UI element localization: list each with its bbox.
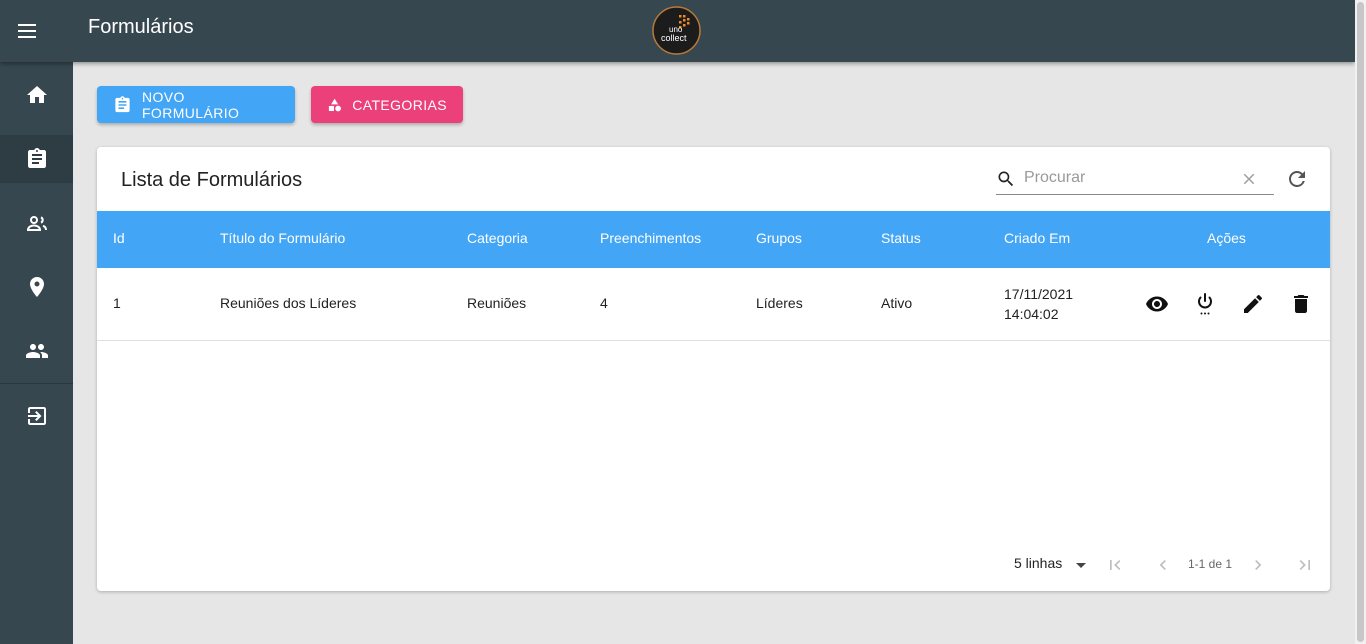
- shapes-icon: [328, 98, 341, 111]
- cell-fills: 4: [600, 295, 608, 311]
- column-header-category[interactable]: Categoria: [467, 230, 528, 246]
- search-input[interactable]: [1024, 167, 1234, 189]
- users-icon: [26, 215, 47, 231]
- scrollbar-thumb[interactable]: [1357, 2, 1364, 642]
- new-form-label: NOVO FORMULÁRIO: [141, 88, 240, 121]
- cell-groups: Líderes: [756, 295, 803, 311]
- sidebar-item-forms[interactable]: [0, 135, 73, 183]
- last-page-icon[interactable]: [1295, 555, 1315, 575]
- logout-icon: [27, 407, 46, 425]
- delete-icon[interactable]: [1289, 292, 1313, 316]
- refresh-icon[interactable]: [1285, 167, 1309, 191]
- cell-created: 17/11/2021 14:04:02: [1004, 284, 1073, 324]
- categories-label: CATEGORIAS: [352, 96, 447, 113]
- search-field: [996, 163, 1274, 195]
- sidebar-item-logout[interactable]: [0, 392, 73, 440]
- clear-icon[interactable]: [1240, 170, 1258, 188]
- card-title: Lista de Formulários: [121, 169, 303, 191]
- page-title: Formulários: [88, 16, 194, 38]
- cell-category: Reuniões: [467, 295, 527, 311]
- previous-page-icon[interactable]: [1153, 555, 1173, 575]
- cell-status: Ativo: [881, 295, 913, 311]
- page-info: 1-1 de 1: [1188, 557, 1233, 571]
- sidebar-item-groups[interactable]: [0, 327, 73, 375]
- chevron-down-icon[interactable]: [1075, 562, 1087, 570]
- column-header-title[interactable]: Título do Formulário: [220, 230, 345, 246]
- group-icon: [25, 344, 48, 358]
- sidebar: [0, 62, 73, 644]
- edit-icon[interactable]: [1241, 292, 1265, 316]
- categories-button[interactable]: CATEGORIAS: [311, 86, 463, 123]
- table-pagination: 5 linhas 1-1 de 1: [97, 541, 1330, 581]
- cell-created-date: 17/11/2021: [1004, 286, 1074, 302]
- search-icon: [998, 171, 1014, 187]
- cell-id: 1: [113, 295, 121, 311]
- cell-created-time: 14:04:02: [1004, 306, 1059, 322]
- column-header-created[interactable]: Criado Em: [1004, 230, 1070, 246]
- first-page-icon[interactable]: [1105, 555, 1125, 575]
- column-header-groups[interactable]: Grupos: [756, 230, 802, 246]
- power-icon[interactable]: [1193, 292, 1217, 316]
- app-bar: Formulários uno collect: [0, 0, 1355, 62]
- forms-card: Lista de Formulários Id Título do Formul…: [97, 147, 1330, 591]
- column-header-actions: Ações: [1207, 230, 1246, 246]
- clipboard-icon: [27, 148, 46, 168]
- next-page-icon[interactable]: [1248, 555, 1268, 575]
- sidebar-item-locations[interactable]: [0, 263, 73, 311]
- table-row: 1 Reuniões dos Líderes Reuniões 4 Lídere…: [97, 268, 1330, 341]
- cell-title: Reuniões dos Líderes: [220, 295, 357, 311]
- table-header: Id Título do Formulário Categoria Preenc…: [97, 211, 1330, 268]
- sidebar-item-users[interactable]: [0, 199, 73, 247]
- logo-text-bottom: collect: [661, 33, 687, 43]
- column-header-fills[interactable]: Preenchimentos: [600, 230, 701, 246]
- sidebar-item-home[interactable]: [0, 71, 73, 119]
- vertical-scrollbar[interactable]: [1355, 0, 1366, 644]
- clipboard-icon: [115, 95, 130, 112]
- column-header-id[interactable]: Id: [113, 230, 125, 246]
- view-icon[interactable]: [1145, 292, 1169, 316]
- new-form-button[interactable]: NOVO FORMULÁRIO: [97, 86, 295, 123]
- rows-per-page-select[interactable]: 5 linhas: [1014, 555, 1062, 571]
- sidebar-divider: [0, 383, 73, 384]
- location-pin-icon: [29, 277, 44, 297]
- column-header-status[interactable]: Status: [881, 230, 921, 246]
- app-logo: uno collect: [652, 6, 701, 55]
- home-icon: [26, 86, 47, 103]
- menu-icon[interactable]: [16, 19, 40, 43]
